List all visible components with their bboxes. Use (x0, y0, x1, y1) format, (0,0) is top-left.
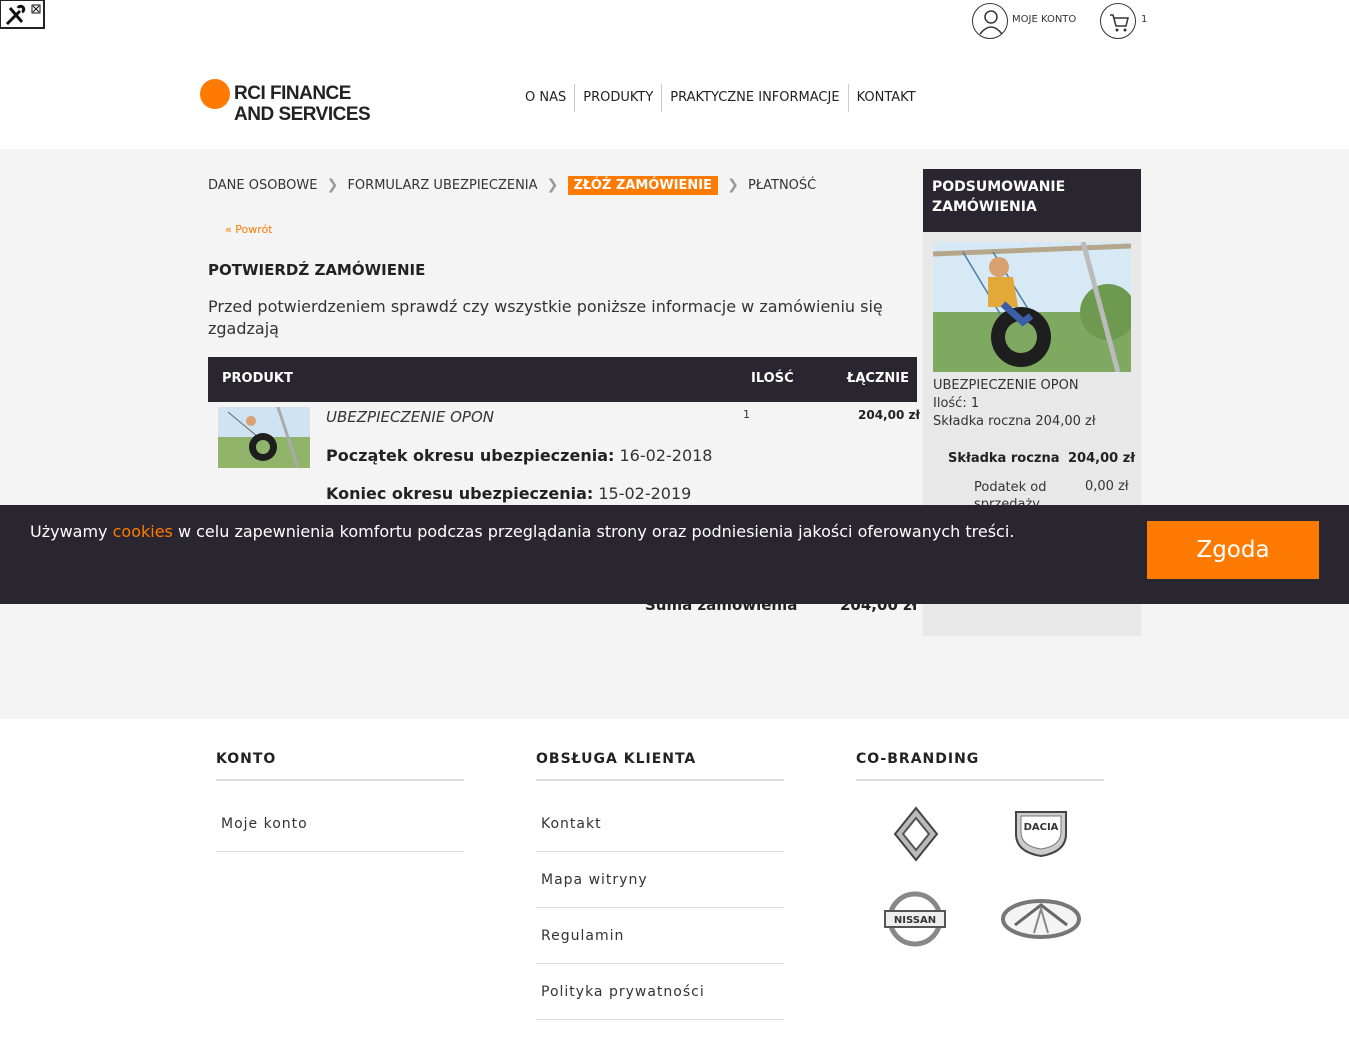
footer-cobranding-title: CO-BRANDING (856, 751, 980, 767)
intro-text: Przed potwierdzeniem sprawdź czy wszystk… (208, 297, 883, 338)
checkout-steps: DANE OSOBOWE ❯ FORMULARZ UBEZPIECZENIA ❯… (208, 174, 816, 196)
chevron-right-icon: ❯ (326, 177, 339, 193)
summary-tax-value: 0,00 zł (1085, 479, 1129, 494)
chevron-right-icon: ❯ (546, 177, 559, 193)
summary-premium-label: Składka roczna (948, 451, 1060, 466)
main-content-bg (0, 149, 1349, 719)
chevron-right-icon: ❯ (727, 177, 739, 193)
footer-account-list: Moje konto (216, 796, 464, 852)
footer-service-list: Kontakt Mapa witryny Regulamin Polityka … (536, 796, 784, 1020)
nav-kontakt[interactable]: KONTAKT (847, 84, 924, 112)
footer-divider (856, 779, 1104, 781)
renault-logo[interactable] (893, 806, 939, 866)
infiniti-logo[interactable] (998, 895, 1084, 947)
svg-text:DACIA: DACIA (1024, 822, 1059, 833)
col-total: ŁĄCZNIE (847, 371, 909, 386)
account-icon[interactable] (972, 3, 1008, 39)
cookie-accept-button[interactable]: Zgoda (1147, 521, 1319, 579)
dacia-logo[interactable]: DACIA (1012, 808, 1070, 862)
order-summary-title: PODSUMOWANIE ZAMÓWIENIA (923, 169, 1141, 232)
nissan-logo[interactable]: NISSAN (883, 890, 947, 952)
col-product: PRODUKT (222, 371, 293, 386)
insurance-end: Koniec okresu ubezpieczenia: 15-02-2019 (326, 484, 692, 503)
my-account-link[interactable]: MOJE KONTO (1012, 14, 1076, 25)
footer-divider (536, 779, 784, 781)
main-nav: O NAS PRODUKTY PRAKTYCZNE INFORMACJE KON… (517, 84, 924, 112)
product-total: 204,00 zł (858, 408, 920, 422)
logo-mark[interactable] (200, 79, 230, 109)
page-title: POTWIERDŹ ZAMÓWIENIE (208, 261, 426, 279)
nav-produkty[interactable]: PRODUKTY (574, 84, 661, 112)
step-personal-data: DANE OSOBOWE (208, 177, 318, 193)
step-place-order: ZŁÓŻ ZAMÓWIENIE (567, 175, 718, 195)
cookies-link[interactable]: cookies (113, 522, 173, 541)
summary-product: UBEZPIECZENIE OPON Ilość: 1 Składka rocz… (933, 378, 1096, 429)
footer-account-title: KONTO (216, 751, 277, 767)
nav-o-nas[interactable]: O NAS (517, 84, 574, 112)
svg-text:NISSAN: NISSAN (894, 915, 936, 926)
tools-widget[interactable] (0, 0, 45, 29)
product-qty: 1 (743, 408, 750, 421)
order-table-header: PRODUKT ILOŚĆ ŁĄCZNIE (208, 357, 917, 402)
footer-divider (216, 779, 464, 781)
summary-product-image (933, 242, 1131, 372)
step-insurance-form: FORMULARZ UBEZPIECZENIA (347, 177, 538, 193)
col-qty: ILOŚĆ (751, 371, 794, 386)
nav-praktyczne-informacje[interactable]: PRAKTYCZNE INFORMACJE (661, 84, 847, 112)
footer-link-privacy[interactable]: Polityka prywatności (536, 964, 784, 1020)
footer-service-title: OBSŁUGA KLIENTA (536, 751, 697, 767)
summary-premium-value: 204,00 zł (1068, 451, 1136, 466)
cart-count: 1 (1141, 14, 1148, 25)
insurance-start: Początek okresu ubezpieczenia: 16-02-201… (326, 446, 713, 465)
footer-link-terms[interactable]: Regulamin (536, 908, 784, 964)
cart-icon[interactable] (1100, 3, 1136, 39)
product-thumbnail (218, 407, 310, 468)
cookie-message: Używamy cookies w celu zapewnienia komfo… (30, 522, 1015, 541)
footer-link-my-account[interactable]: Moje konto (216, 796, 464, 852)
product-name: UBEZPIECZENIE OPON (326, 408, 494, 426)
tools-icon (5, 4, 41, 26)
back-link[interactable]: « Powrót (225, 223, 273, 236)
footer-link-contact[interactable]: Kontakt (536, 796, 784, 852)
step-payment: PŁATNOŚĆ (747, 177, 817, 193)
logo-text[interactable]: RCI FINANCE AND SERVICES (234, 83, 371, 125)
footer-link-sitemap[interactable]: Mapa witryny (536, 852, 784, 908)
